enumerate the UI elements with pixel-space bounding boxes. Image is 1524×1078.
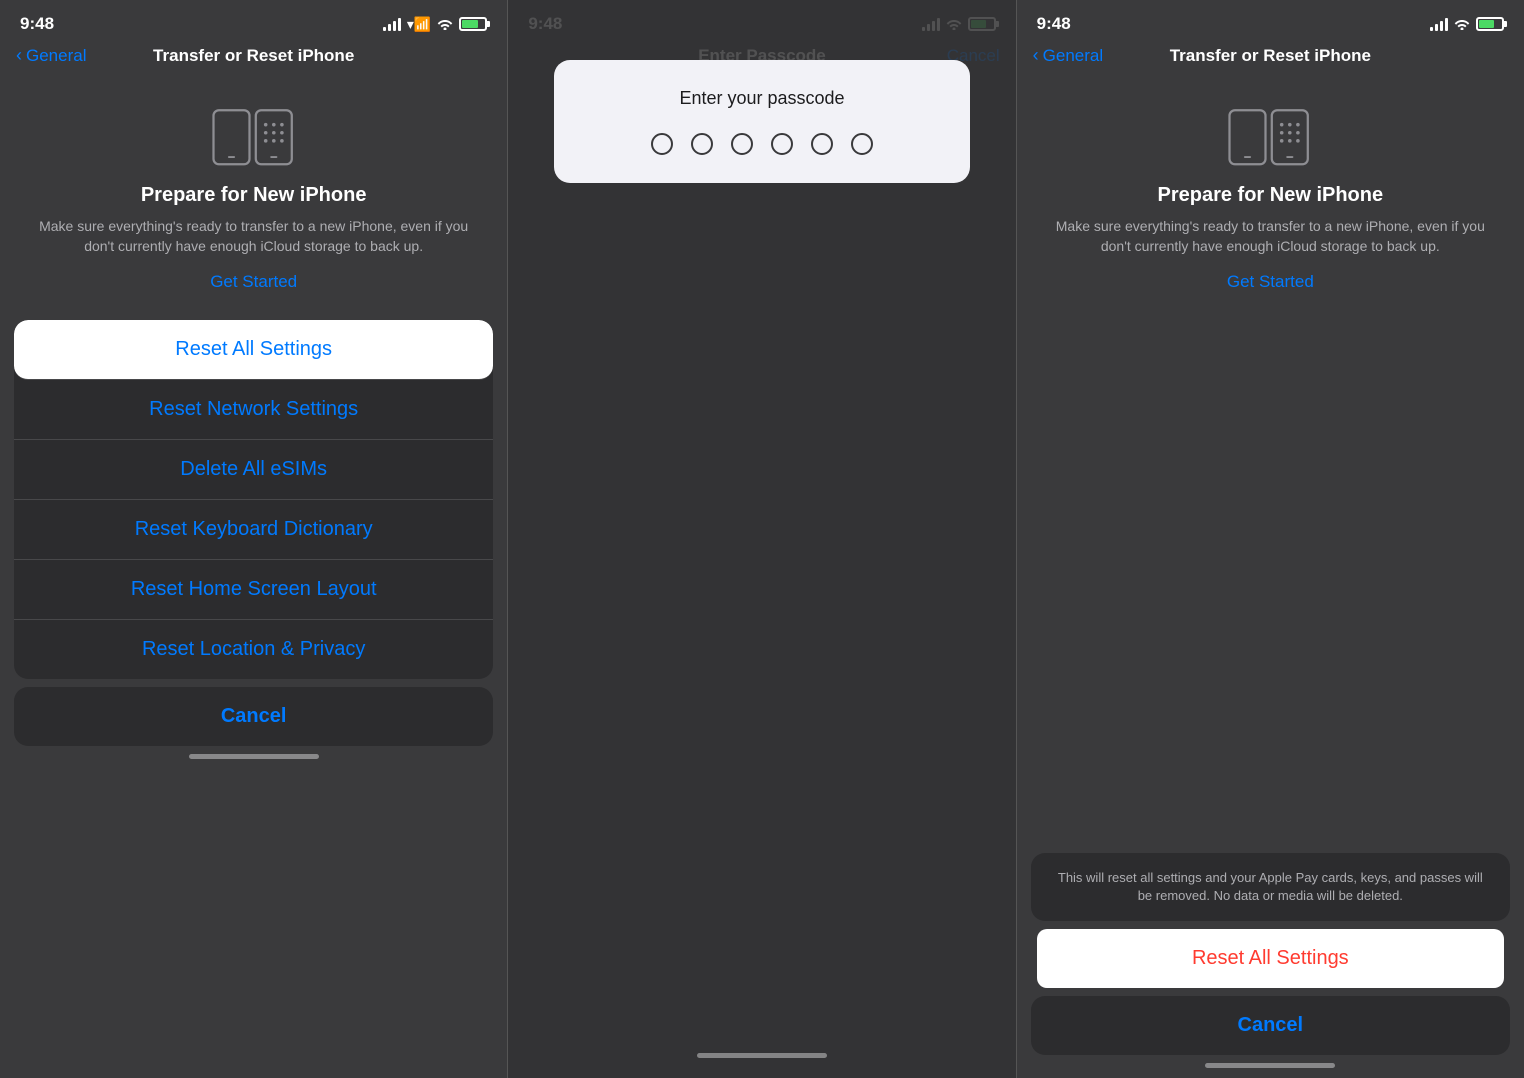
chevron-left-icon-1: ‹ [16, 45, 22, 66]
reset-options-1: Reset All Settings Reset Network Setting… [14, 320, 493, 679]
signal-icon-1 [383, 17, 401, 31]
wifi-icon-1: ▾📶 [407, 16, 431, 33]
screen2: 9:48 Enter Passcode Cancel Enter your pa… [507, 0, 1015, 1078]
home-indicator-1 [189, 754, 319, 759]
prepare-desc-3: Make sure everything's ready to transfer… [1045, 217, 1496, 256]
nav-back-label-1: General [26, 46, 86, 66]
passcode-dot-6 [851, 133, 873, 155]
battery-icon-1 [459, 17, 487, 31]
confirm-dialog-3: This will reset all settings and your Ap… [1031, 853, 1510, 921]
nav-title-1: Transfer or Reset iPhone [153, 46, 354, 66]
cancel-btn-1[interactable]: Cancel [14, 687, 493, 746]
status-bar-1: 9:48 ▾📶 [0, 0, 507, 42]
reset-keyboard-btn-1[interactable]: Reset Keyboard Dictionary [14, 500, 493, 560]
nav-back-label-3: General [1043, 46, 1103, 66]
passcode-overlay-2: Enter your passcode [508, 0, 1015, 1078]
confirm-cancel-btn-3[interactable]: Cancel [1031, 996, 1510, 1055]
nav-title-3: Transfer or Reset iPhone [1170, 46, 1371, 66]
delete-esims-btn-1[interactable]: Delete All eSIMs [14, 440, 493, 500]
home-indicator-2 [697, 1053, 827, 1058]
confirm-cancel-container-3: Cancel [1031, 996, 1510, 1055]
status-icons-3 [1430, 17, 1504, 31]
status-bar-3: 9:48 [1017, 0, 1524, 42]
reset-network-btn-1[interactable]: Reset Network Settings [14, 380, 493, 440]
nav-bar-3: ‹ General Transfer or Reset iPhone [1017, 42, 1524, 76]
nav-bar-1: ‹ General Transfer or Reset iPhone [0, 42, 507, 76]
passcode-dot-2 [691, 133, 713, 155]
status-time-1: 9:48 [20, 14, 54, 34]
phones-icon-1 [209, 100, 299, 170]
nav-back-1[interactable]: ‹ General [16, 46, 86, 66]
prepare-title-1: Prepare for New iPhone [141, 184, 367, 207]
passcode-dot-5 [811, 133, 833, 155]
passcode-dialog-2: Enter your passcode [554, 60, 970, 183]
passcode-dot-3 [731, 133, 753, 155]
prepare-desc-1: Make sure everything's ready to transfer… [28, 217, 479, 256]
wifi-symbol-3 [1454, 18, 1470, 30]
cancel-container-1: Cancel [14, 687, 493, 746]
phones-icon-3 [1225, 100, 1315, 170]
nav-back-3[interactable]: ‹ General [1033, 46, 1103, 66]
get-started-btn-1[interactable]: Get Started [210, 272, 297, 292]
confirm-overlay-3: This will reset all settings and your Ap… [1017, 845, 1524, 1078]
screen3: 9:48 ‹ General Transfer or Reset iPhone [1016, 0, 1524, 1078]
confirm-desc-3: This will reset all settings and your Ap… [1031, 853, 1510, 921]
status-icons-1: ▾📶 [383, 16, 487, 33]
reset-homescreen-btn-1[interactable]: Reset Home Screen Layout [14, 560, 493, 620]
confirm-reset-btn-3[interactable]: Reset All Settings [1037, 929, 1504, 988]
get-started-btn-3[interactable]: Get Started [1227, 272, 1314, 292]
signal-icon-3 [1430, 17, 1448, 31]
chevron-left-icon-3: ‹ [1033, 45, 1039, 66]
screen1: 9:48 ▾📶 ‹ General Transfer or Reset iPho… [0, 0, 507, 1078]
battery-icon-3 [1476, 17, 1504, 31]
status-time-3: 9:48 [1037, 14, 1071, 34]
reset-all-settings-btn-1[interactable]: Reset All Settings [14, 320, 493, 380]
passcode-dots-2 [651, 133, 873, 155]
prepare-section-1: Prepare for New iPhone Make sure everyth… [0, 76, 507, 312]
wifi-symbol-1 [437, 18, 453, 30]
reset-location-btn-1[interactable]: Reset Location & Privacy [14, 620, 493, 679]
prepare-title-3: Prepare for New iPhone [1158, 184, 1384, 207]
passcode-title-2: Enter your passcode [679, 88, 844, 109]
confirm-reset-wrapper: Reset All Settings [1031, 929, 1510, 988]
passcode-dot-4 [771, 133, 793, 155]
prepare-section-3: Prepare for New iPhone Make sure everyth… [1017, 76, 1524, 312]
passcode-dot-1 [651, 133, 673, 155]
home-indicator-3 [1205, 1063, 1335, 1068]
